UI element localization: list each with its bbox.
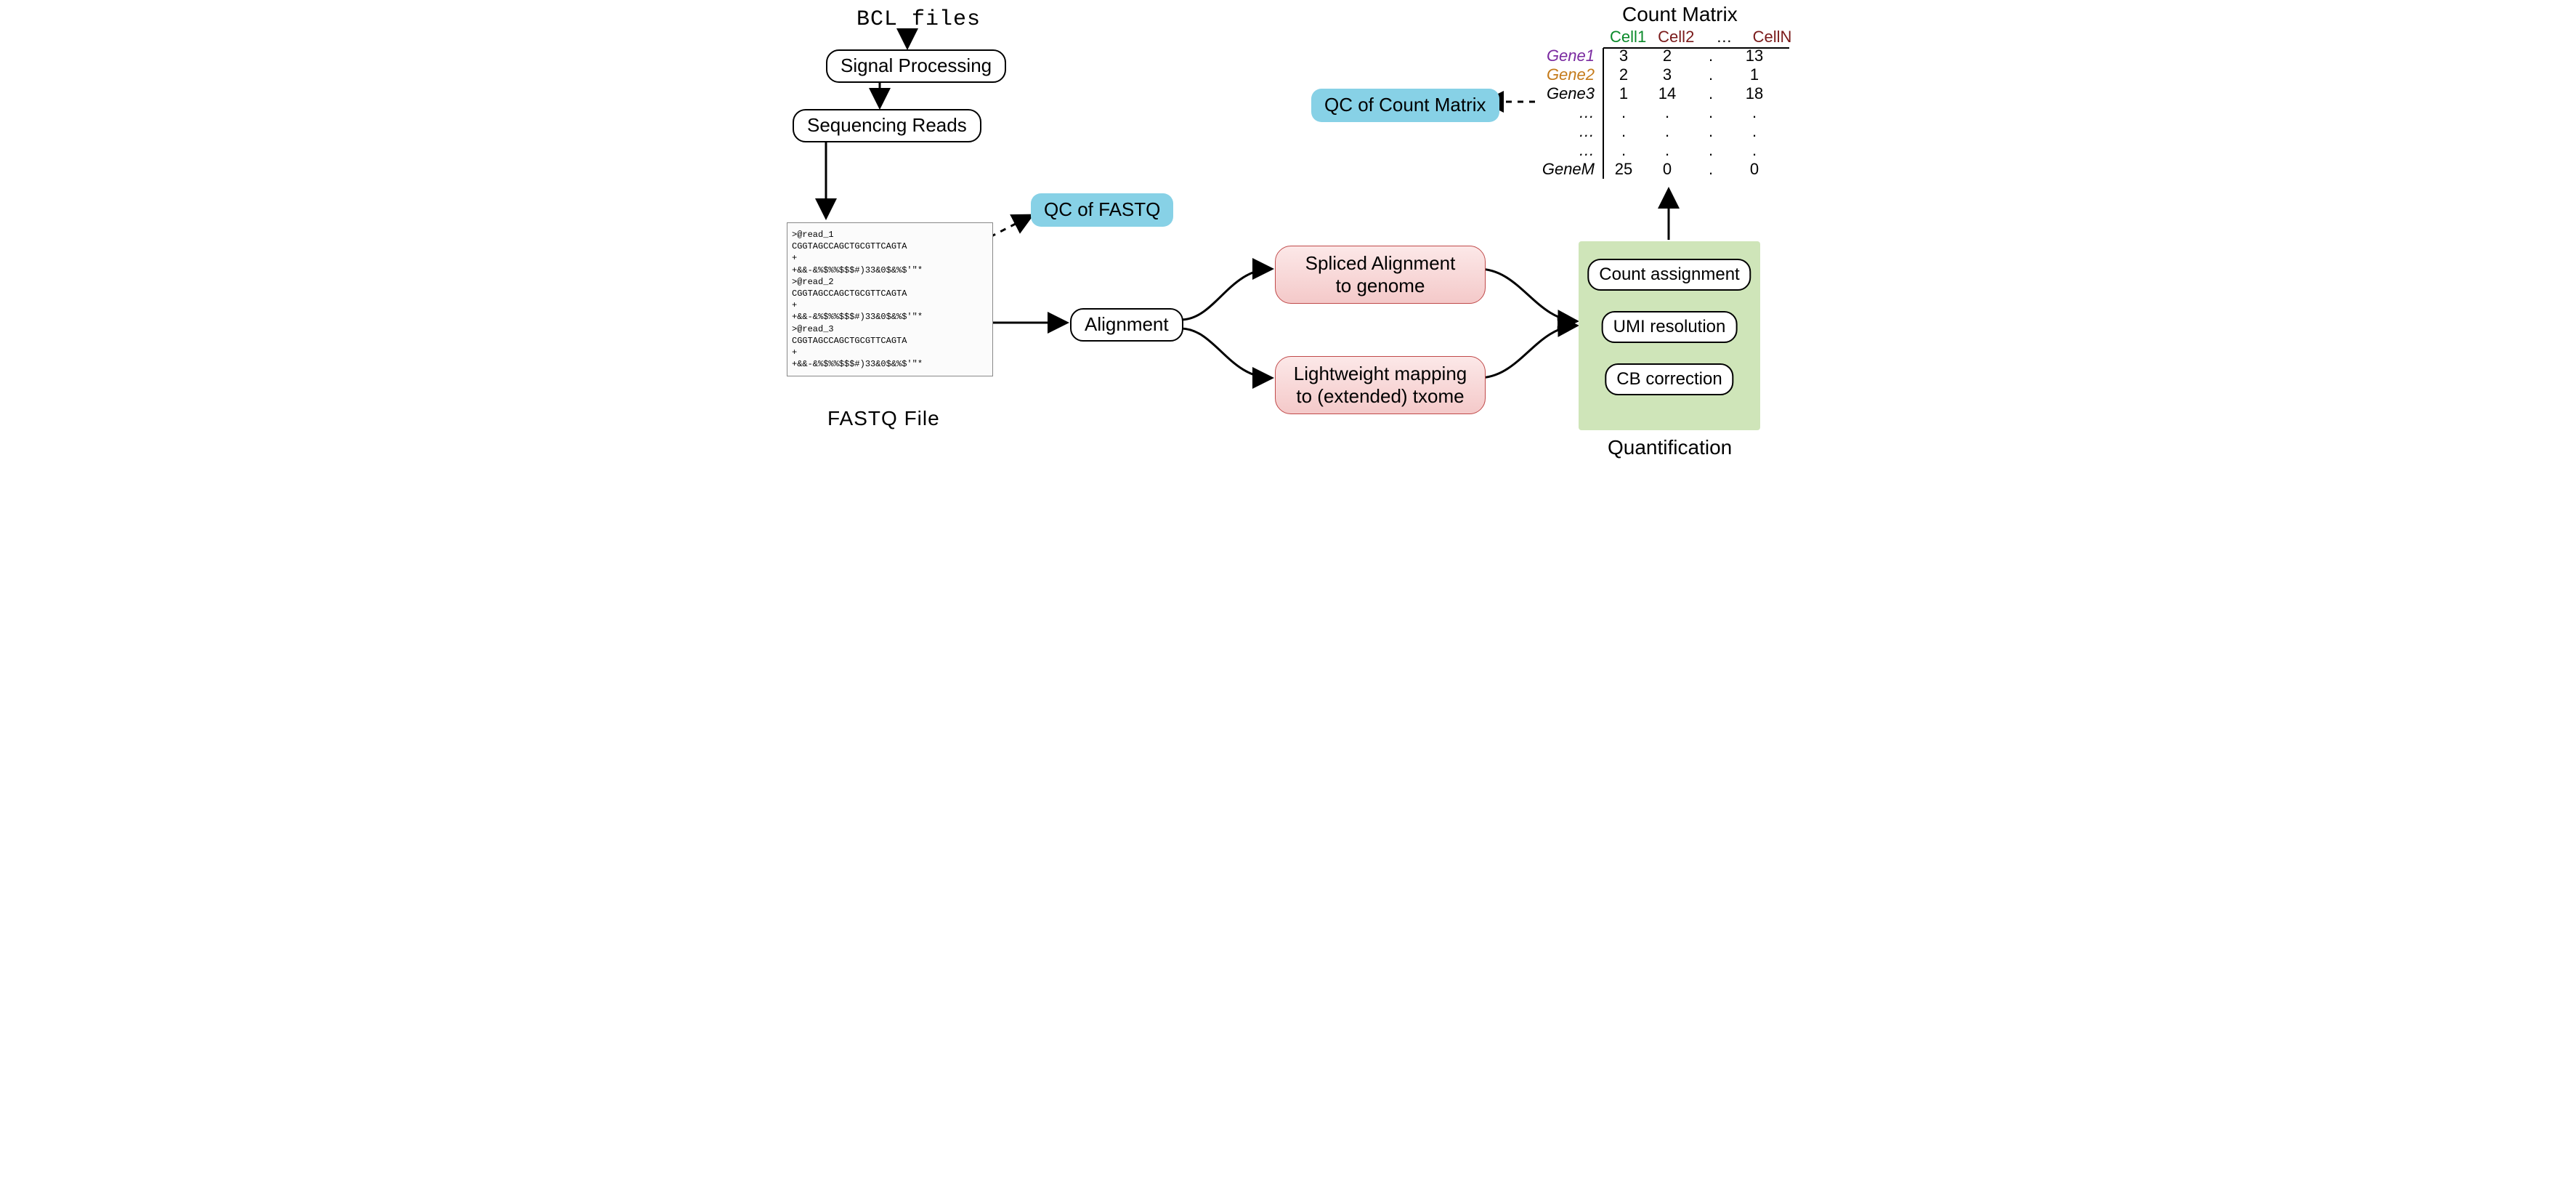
quantification-caption: Quantification [1608, 436, 1732, 459]
matrix-cell: . [1733, 122, 1776, 141]
matrix-cell: 0 [1733, 160, 1776, 179]
fastq-line: >@read_2 [792, 276, 988, 288]
quant-count-assignment: Count assignment [1587, 259, 1751, 291]
fastq-line: CGGTAGCCAGCTGCGTTCAGTA [792, 288, 988, 299]
matrix-col-header: Cell1 [1606, 28, 1650, 47]
step-spliced-alignment: Spliced Alignment to genome [1275, 246, 1486, 304]
matrix-cell: 25 [1602, 160, 1645, 179]
matrix-cell: 14 [1645, 84, 1689, 103]
matrix-cell: . [1689, 141, 1733, 160]
matrix-row-label: … [1539, 122, 1602, 141]
matrix-cell: . [1645, 122, 1689, 141]
qc-count-matrix: QC of Count Matrix [1311, 89, 1499, 122]
fastq-line: + [792, 299, 988, 311]
matrix-row-label: Gene2 [1539, 65, 1602, 84]
fastq-line: +&&-&%$%%$$$#)33&0$&%$'"* [792, 311, 988, 323]
matrix-cell: . [1689, 84, 1733, 103]
matrix-row-label: Gene3 [1539, 84, 1602, 103]
matrix-cell: . [1689, 47, 1733, 65]
matrix-col-header: CellN [1751, 28, 1794, 47]
matrix-cell: 1 [1602, 84, 1645, 103]
fastq-line: +&&-&%$%%$$$#)33&0$&%$'"* [792, 358, 988, 370]
fastq-line: +&&-&%$%%$$$#)33&0$&%$'"* [792, 265, 988, 276]
matrix-cell: 1 [1733, 65, 1776, 84]
spliced-text: Spliced Alignment to genome [1305, 252, 1456, 297]
matrix-cell: . [1602, 103, 1645, 122]
matrix-cell: . [1689, 65, 1733, 84]
step-alignment: Alignment [1070, 308, 1183, 342]
matrix-cell: 3 [1602, 47, 1645, 65]
matrix-cell: . [1602, 122, 1645, 141]
matrix-col-header: Cell2 [1654, 28, 1698, 47]
matrix-cell: . [1645, 103, 1689, 122]
matrix-cell: . [1689, 160, 1733, 179]
fastq-line: + [792, 347, 988, 358]
diagram-canvas: BCL files Signal Processing Sequencing R… [772, 0, 1804, 480]
matrix-cell: . [1733, 141, 1776, 160]
matrix-cell: 3 [1645, 65, 1689, 84]
fastq-line: >@read_1 [792, 229, 988, 241]
matrix-cell: . [1689, 103, 1733, 122]
step-signal-processing: Signal Processing [826, 49, 1006, 83]
matrix-cell: . [1733, 103, 1776, 122]
quant-cb-correction: CB correction [1605, 363, 1733, 395]
matrix-row-label: GeneM [1539, 160, 1602, 179]
lightweight-text: Lightweight mapping to (extended) txome [1294, 363, 1467, 407]
matrix-cell: . [1689, 122, 1733, 141]
fastq-line: CGGTAGCCAGCTGCGTTCAGTA [792, 241, 988, 252]
matrix-row-label: … [1539, 141, 1602, 160]
qc-fastq: QC of FASTQ [1031, 193, 1173, 227]
matrix-cell: . [1645, 141, 1689, 160]
matrix-cell: 2 [1645, 47, 1689, 65]
matrix-cell: 18 [1733, 84, 1776, 103]
fastq-line: + [792, 252, 988, 264]
fastq-file-box: >@read_1 CGGTAGCCAGCTGCGTTCAGTA + +&&-&%… [787, 222, 993, 376]
bcl-files-label: BCL files [856, 7, 981, 32]
fastq-file-caption: FASTQ File [827, 407, 940, 430]
quant-umi-resolution: UMI resolution [1602, 311, 1738, 343]
fastq-line: CGGTAGCCAGCTGCGTTCAGTA [792, 335, 988, 347]
fastq-line: >@read_3 [792, 323, 988, 335]
count-matrix-title: Count Matrix [1622, 3, 1738, 26]
step-sequencing-reads: Sequencing Reads [793, 109, 981, 142]
matrix-row-label: … [1539, 103, 1602, 122]
matrix-cell: 13 [1733, 47, 1776, 65]
matrix-cell: . [1602, 141, 1645, 160]
matrix-cell: 0 [1645, 160, 1689, 179]
matrix-row-label: Gene1 [1539, 47, 1602, 65]
matrix-col-header: … [1702, 28, 1746, 47]
count-matrix: Cell1 Cell2 … CellN Gene132.13 Gene223.1… [1539, 28, 1794, 179]
step-lightweight-mapping: Lightweight mapping to (extended) txome [1275, 356, 1486, 414]
matrix-cell: 2 [1602, 65, 1645, 84]
quantification-box: Count assignment UMI resolution CB corre… [1579, 241, 1760, 430]
